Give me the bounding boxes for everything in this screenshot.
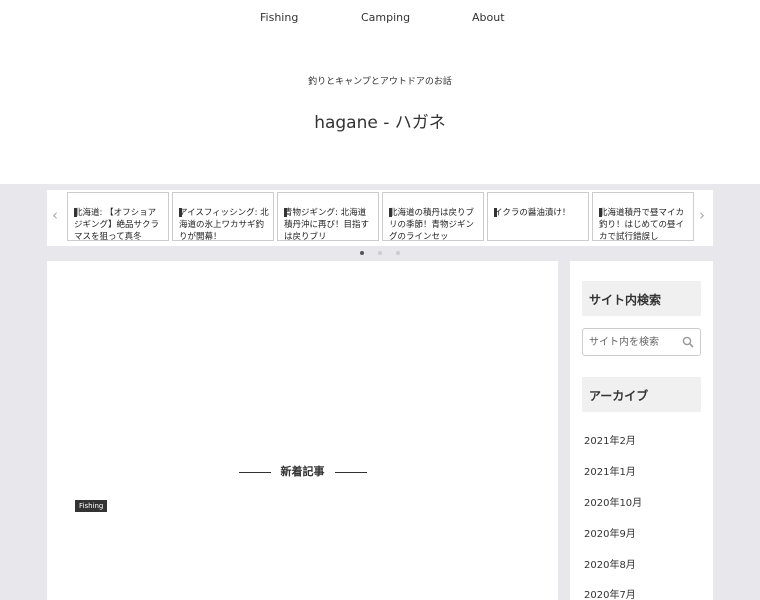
card-thumbnail [179,208,182,217]
carousel-card[interactable]: 北海道積丹で昼マイカ釣り！はじめての昼イカで試行錯誤し [592,192,694,241]
archive-link[interactable]: 2021年2月 [584,432,636,447]
carousel-dot[interactable] [378,251,382,255]
carousel-prev-icon[interactable]: ‹ [52,208,58,223]
nav-item-camping[interactable]: Camping [361,11,410,24]
carousel-card-title: 北海道の積丹は戻りブリの季節！青物ジギングのラインセッ [389,208,475,241]
new-articles-heading: 新着記事 [47,463,558,479]
card-thumbnail [599,208,602,217]
heading-divider [238,471,271,473]
card-thumbnail [389,208,392,217]
site-title[interactable]: hagane - ハガネ [0,108,760,133]
archive-link[interactable]: 2021年1月 [584,463,636,478]
carousel-card-title: 北海道積丹で昼マイカ釣り！はじめての昼イカで試行錯誤し [599,208,685,241]
carousel-card[interactable]: アイスフィッシング: 北海道の氷上ワカサギ釣りが開幕！ [172,192,274,241]
carousel-next-icon[interactable]: › [699,208,705,223]
nav-item-fishing[interactable]: Fishing [260,11,298,24]
category-badge[interactable]: Fishing [75,500,108,512]
search-icon[interactable] [682,336,694,348]
top-nav: Fishing Camping About [0,0,760,36]
archive-widget-heading: アーカイブ [582,377,701,412]
carousel-dot[interactable] [360,251,364,255]
nav-item-about[interactable]: About [472,11,505,24]
carousel-card[interactable]: 青物ジギング: 北海道積丹沖に再び！目指すは戻りブリ [277,192,379,241]
carousel-card-title: イクラの醤油漬け！ [494,208,571,218]
search-box [582,328,701,356]
search-widget-heading: サイト内検索 [582,281,701,316]
archive-link[interactable]: 2020年9月 [584,525,636,540]
heading-divider [334,471,367,473]
carousel-dot[interactable] [396,251,400,255]
main-content: 新着記事 Fishing [47,261,558,600]
archive-link[interactable]: 2020年8月 [584,556,636,571]
card-thumbnail [284,208,287,217]
carousel-card[interactable]: 北海道: 【オフショアジギング】絶品サクラマスを狙って真冬 [67,192,169,241]
archive-link[interactable]: 2020年7月 [584,586,636,600]
article-carousel: ‹ 北海道: 【オフショアジギング】絶品サクラマスを狙って真冬 アイスフィッシン… [47,190,713,246]
card-thumbnail [74,208,77,217]
carousel-card[interactable]: イクラの醤油漬け！ [487,192,589,241]
archive-link[interactable]: 2020年10月 [584,494,642,509]
carousel-pagination [0,249,760,259]
card-thumbnail [494,208,497,217]
new-articles-heading-label: 新着記事 [280,465,325,478]
site-tagline: 釣りとキャンプとアウトドアのお話 [308,77,452,87]
search-input[interactable] [583,329,678,355]
sidebar: サイト内検索 アーカイブ 2021年2月 2021年1月 2020年10月 20… [570,261,713,600]
carousel-card[interactable]: 北海道の積丹は戻りブリの季節！青物ジギングのラインセッ [382,192,484,241]
carousel-card-title: アイスフィッシング: 北海道の氷上ワカサギ釣りが開幕！ [179,208,269,241]
carousel-card-title: 青物ジギング: 北海道積丹沖に再び！目指すは戻りブリ [284,208,370,241]
carousel-card-title: 北海道: 【オフショアジギング】絶品サクラマスを狙って真冬 [74,208,160,241]
